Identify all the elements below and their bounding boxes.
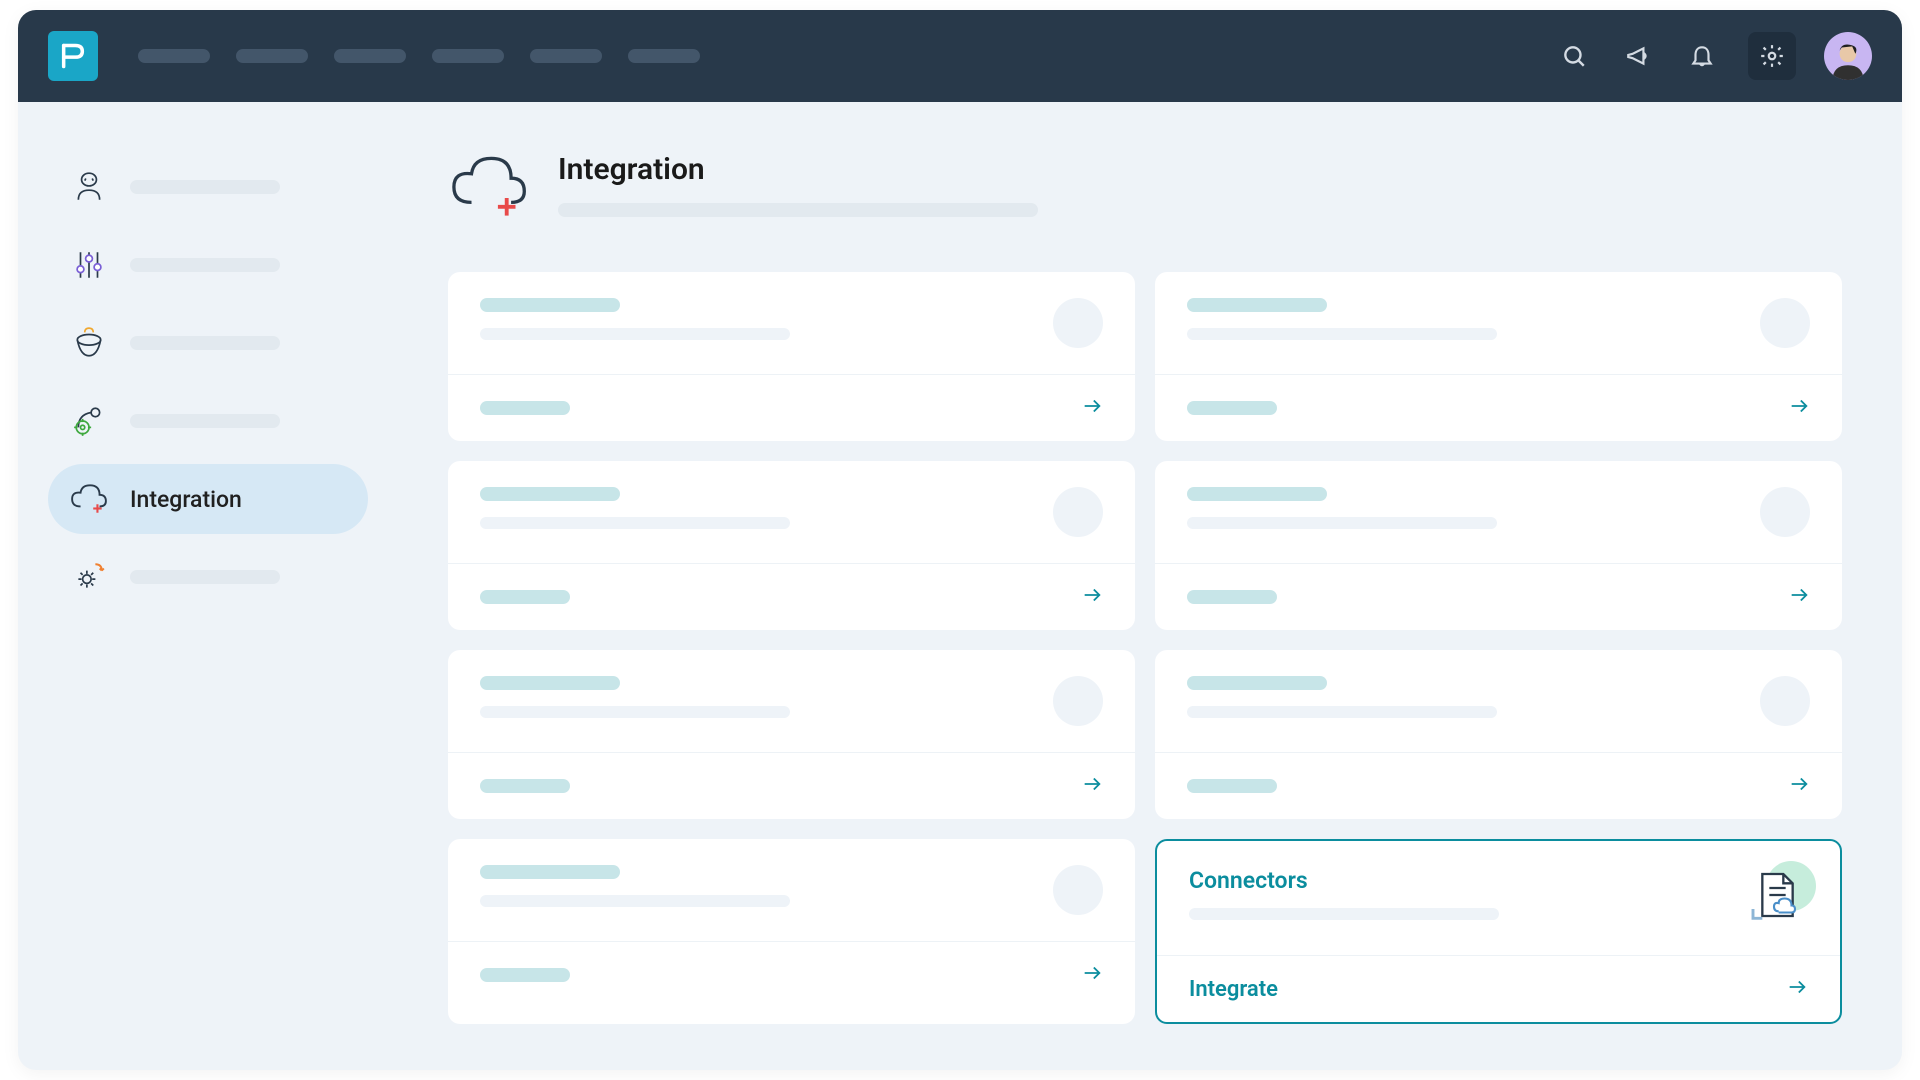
card-icon-placeholder: [1760, 676, 1810, 726]
integration-card[interactable]: [1155, 272, 1842, 441]
gear-icon[interactable]: [1748, 32, 1796, 80]
arrow-right-icon: [1081, 395, 1103, 421]
sidebar-item-label: Integration: [130, 486, 242, 513]
card-action-placeholder: [480, 779, 570, 793]
sidebar-item-label: [130, 570, 280, 584]
integration-card[interactable]: [448, 839, 1135, 1024]
topbar-right: [1556, 32, 1872, 80]
sidebar-item-settings[interactable]: [48, 542, 368, 612]
nav-item-placeholder[interactable]: [334, 49, 406, 63]
nav-item-placeholder[interactable]: [628, 49, 700, 63]
sidebar-item-label: [130, 180, 280, 194]
nav-placeholders: [138, 49, 700, 63]
card-desc-placeholder: [1187, 328, 1497, 340]
card-icon-placeholder: [1760, 298, 1810, 348]
card-action-placeholder: [480, 401, 570, 415]
arrow-right-icon: [1081, 962, 1103, 988]
sidebar-item-bucket[interactable]: [48, 308, 368, 378]
card-action-placeholder: [480, 590, 570, 604]
gear-pulley-icon: [70, 402, 108, 440]
card-icon-placeholder: [1053, 487, 1103, 537]
integration-card[interactable]: [1155, 650, 1842, 819]
nav-item-placeholder[interactable]: [138, 49, 210, 63]
card-desc-placeholder: [1187, 706, 1497, 718]
card-title-placeholder: [480, 676, 620, 690]
arrow-right-icon: [1788, 395, 1810, 421]
cards-grid: Connectors: [448, 272, 1842, 1024]
avatar[interactable]: [1824, 32, 1872, 80]
topbar: [18, 10, 1902, 102]
card-title-placeholder: [1187, 298, 1327, 312]
cloud-plus-icon: [448, 152, 528, 222]
gear-refresh-icon: [70, 558, 108, 596]
main-content: Integration: [398, 102, 1902, 1070]
nav-item-placeholder[interactable]: [236, 49, 308, 63]
card-desc-placeholder: [1189, 908, 1499, 920]
card-title: Connectors: [1189, 867, 1499, 894]
arrow-right-icon: [1786, 976, 1808, 1002]
person-icon: [70, 168, 108, 206]
card-desc-placeholder: [480, 517, 790, 529]
nav-item-placeholder[interactable]: [432, 49, 504, 63]
card-title-placeholder: [480, 298, 620, 312]
card-action-placeholder: [1187, 590, 1277, 604]
card-icon-placeholder: [1760, 487, 1810, 537]
sidebar-item-profile[interactable]: [48, 152, 368, 222]
connectors-icon: [1746, 867, 1808, 929]
sidebar: Integration: [18, 102, 398, 1070]
card-desc-placeholder: [480, 706, 790, 718]
cloud-plus-icon: [70, 480, 108, 518]
arrow-right-icon: [1081, 773, 1103, 799]
page-title: Integration: [558, 152, 1038, 187]
card-action: Integrate: [1189, 977, 1278, 1002]
arrow-right-icon: [1788, 773, 1810, 799]
card-desc-placeholder: [1187, 517, 1497, 529]
card-icon-placeholder: [1053, 298, 1103, 348]
integration-card[interactable]: [448, 461, 1135, 630]
card-title-placeholder: [480, 487, 620, 501]
card-icon-placeholder: [1053, 676, 1103, 726]
megaphone-icon[interactable]: [1620, 38, 1656, 74]
arrow-right-icon: [1081, 584, 1103, 610]
sidebar-item-sliders[interactable]: [48, 230, 368, 300]
nav-item-placeholder[interactable]: [530, 49, 602, 63]
card-action-placeholder: [1187, 779, 1277, 793]
card-desc-placeholder: [480, 895, 790, 907]
app-logo[interactable]: [48, 31, 98, 81]
card-title-placeholder: [480, 865, 620, 879]
sidebar-item-integration[interactable]: Integration: [48, 464, 368, 534]
card-desc-placeholder: [480, 328, 790, 340]
search-icon[interactable]: [1556, 38, 1592, 74]
sidebar-item-label: [130, 336, 280, 350]
app-shell: Integration: [18, 10, 1902, 1070]
bucket-icon: [70, 324, 108, 362]
sidebar-item-label: [130, 258, 280, 272]
bell-icon[interactable]: [1684, 38, 1720, 74]
sidebar-item-gear-pulley[interactable]: [48, 386, 368, 456]
card-icon-placeholder: [1053, 865, 1103, 915]
card-title-placeholder: [1187, 487, 1327, 501]
arrow-right-icon: [1788, 584, 1810, 610]
page-subtitle-placeholder: [558, 203, 1038, 217]
page-header: Integration: [448, 152, 1842, 222]
integration-card-connectors[interactable]: Connectors: [1155, 839, 1842, 1024]
sliders-icon: [70, 246, 108, 284]
card-action-placeholder: [1187, 401, 1277, 415]
integration-card[interactable]: [448, 272, 1135, 441]
sidebar-item-label: [130, 414, 280, 428]
card-action-placeholder: [480, 968, 570, 982]
integration-card[interactable]: [1155, 461, 1842, 630]
integration-card[interactable]: [448, 650, 1135, 819]
card-title-placeholder: [1187, 676, 1327, 690]
